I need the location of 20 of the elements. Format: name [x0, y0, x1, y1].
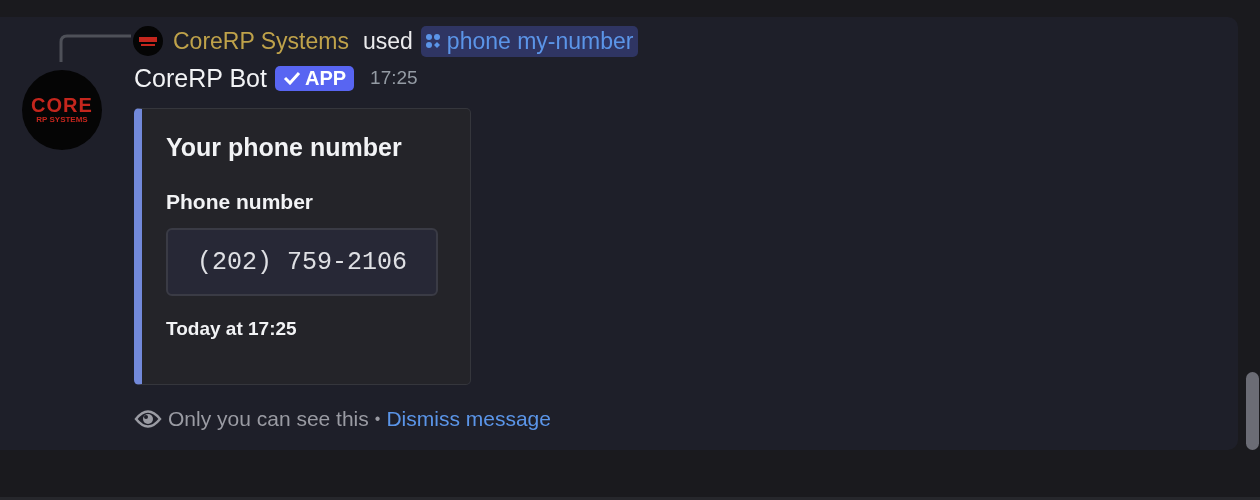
avatar-logo[interactable]: CORE RP SYSTEMS — [22, 70, 102, 150]
embed-footer: Today at 17:25 — [166, 318, 470, 340]
avatar-icon — [133, 26, 163, 56]
eye-icon — [134, 408, 162, 430]
user-name[interactable]: CoreRP Systems — [173, 27, 349, 55]
timestamp: 17:25 — [370, 67, 418, 89]
reply-text: used — [362, 27, 413, 55]
bot-name[interactable]: CoreRP Bot — [134, 63, 267, 93]
dismiss-link[interactable]: Dismiss message — [386, 407, 551, 431]
command-mention[interactable]: phone my-number — [420, 25, 638, 57]
check-icon — [282, 71, 301, 85]
app-badge: APP — [274, 65, 355, 91]
code-block: (202) 759-2106 — [166, 228, 438, 296]
command-icon — [424, 33, 441, 49]
ephemeral-note: Only you can see this — [168, 407, 369, 431]
embed-title: Your phone number — [166, 133, 403, 162]
field-name: Phone number — [166, 190, 314, 214]
reply-connector — [59, 32, 131, 62]
scrollbar-thumb[interactable] — [1246, 372, 1259, 450]
separator-dot: • — [374, 410, 381, 428]
